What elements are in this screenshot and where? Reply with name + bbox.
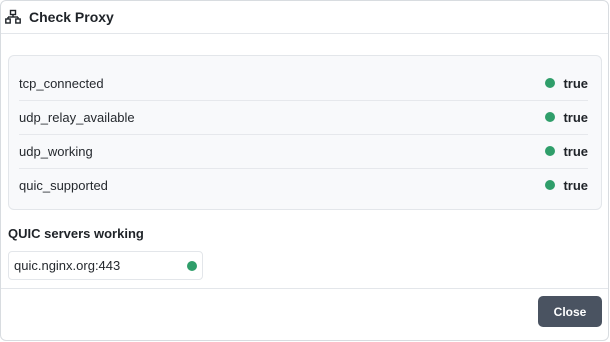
quic-server-name: quic.nginx.org:443 [14,258,121,273]
footer-divider [1,288,608,289]
status-value: true [545,76,588,91]
status-key: quic_supported [19,177,108,193]
status-key: udp_relay_available [19,109,135,125]
status-row-quic-supported: quic_supported true [19,168,588,202]
status-dot-icon [545,180,556,190]
close-button[interactable]: Close [538,296,602,327]
status-value-text: true [563,109,588,125]
status-value-text: true [563,143,588,159]
status-row-tcp-connected: tcp_connected true [19,66,588,101]
quic-servers-heading: QUIC servers working [8,226,144,241]
check-proxy-dialog: Check Proxy tcp_connected true udp_relay… [0,0,609,341]
dialog-header: Check Proxy [1,1,608,34]
status-dot-icon [545,112,556,122]
status-value: true [545,110,588,125]
status-key: tcp_connected [19,75,104,91]
proxy-status-panel: tcp_connected true udp_relay_available t… [8,55,602,210]
status-value: true [545,144,588,159]
status-row-udp-working: udp_working true [19,134,588,169]
status-row-udp-relay-available: udp_relay_available true [19,100,588,135]
status-dot-icon [545,78,556,88]
status-value-text: true [563,177,588,193]
status-key: udp_working [19,143,93,159]
status-value-text: true [563,75,588,91]
quic-server-item: quic.nginx.org:443 [8,251,203,280]
dialog-title: Check Proxy [29,9,114,25]
status-dot-icon [545,146,556,156]
network-icon [5,9,21,25]
server-status-dot-icon [187,260,197,271]
status-value: true [545,178,588,193]
